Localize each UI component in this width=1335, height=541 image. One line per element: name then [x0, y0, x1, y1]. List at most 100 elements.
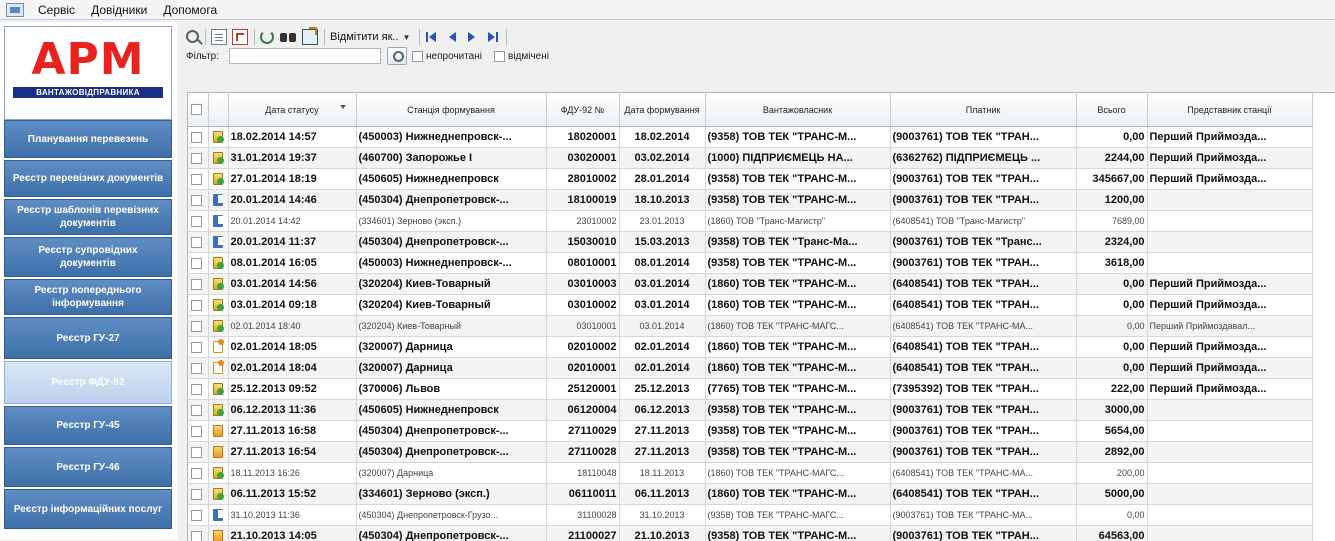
binoculars-icon[interactable]	[279, 29, 297, 45]
row-checkbox[interactable]	[191, 468, 202, 479]
row-checkbox-cell	[188, 337, 208, 358]
sidebar-item-7[interactable]: Реєстр ГУ-45	[4, 406, 172, 445]
menu-help[interactable]: Допомога	[155, 3, 225, 17]
menu-directories[interactable]: Довідники	[83, 3, 155, 17]
row-status-cell	[208, 484, 228, 505]
table-row[interactable]: 27.01.2014 18:19(450605) Нижнеднепровск2…	[188, 169, 1312, 190]
table-row[interactable]: 21.10.2013 14:05(450304) Днепропетровск-…	[188, 526, 1312, 541]
row-checkbox[interactable]	[191, 426, 202, 437]
pdf-icon[interactable]	[232, 29, 248, 45]
row-checkbox[interactable]	[191, 258, 202, 269]
sidebar-item-6[interactable]: Реєстр ФДУ-92	[4, 361, 172, 404]
table-row[interactable]: 06.11.2013 15:52(334601) Зерново (эксп.)…	[188, 484, 1312, 505]
chevron-down-icon[interactable]: ▼	[403, 33, 411, 42]
table-row[interactable]: 25.12.2013 09:52(370006) Львов2512000125…	[188, 379, 1312, 400]
table-row[interactable]: 27.11.2013 16:54(450304) Днепропетровск-…	[188, 442, 1312, 463]
column-header-station[interactable]: Станція формування	[356, 93, 546, 127]
table-row[interactable]: 31.10.2013 11:36(450304) Днепропетровск-…	[188, 505, 1312, 526]
cell-station: (450304) Днепропетровск-...	[356, 232, 546, 253]
mark-as-dropdown[interactable]: Відмітити як..	[330, 31, 399, 43]
row-checkbox[interactable]	[191, 216, 202, 227]
column-header-total[interactable]: Всього	[1076, 93, 1147, 127]
row-checkbox-cell	[188, 253, 208, 274]
row-checkbox[interactable]	[191, 489, 202, 500]
cell-date-status: 08.01.2014 16:05	[228, 253, 356, 274]
row-checkbox[interactable]	[191, 237, 202, 248]
row-checkbox[interactable]	[191, 132, 202, 143]
table-row[interactable]: 27.11.2013 16:58(450304) Днепропетровск-…	[188, 421, 1312, 442]
row-checkbox[interactable]	[191, 363, 202, 374]
table-row[interactable]: 20.01.2014 14:46(450304) Днепропетровск-…	[188, 190, 1312, 211]
select-all-header[interactable]	[188, 93, 208, 127]
green-status-icon	[212, 319, 224, 333]
cell-payer: (7395392) ТОВ ТЕК "ТРАН...	[890, 379, 1076, 400]
refresh-icon[interactable]	[260, 30, 274, 44]
row-checkbox[interactable]	[191, 195, 202, 206]
table-row[interactable]: 20.01.2014 11:37(450304) Днепропетровск-…	[188, 232, 1312, 253]
menu-service[interactable]: Сервіс	[30, 3, 83, 17]
export-icon[interactable]	[302, 29, 318, 45]
select-all-checkbox[interactable]	[191, 104, 202, 115]
table-row[interactable]: 18.11.2013 16:26(320007) Дарница18110048…	[188, 463, 1312, 484]
sidebar-item-4[interactable]: Реєстр попереднього інформування	[4, 279, 172, 315]
cell-date-status: 02.01.2014 18:40	[228, 316, 356, 337]
row-checkbox[interactable]	[191, 447, 202, 458]
unread-checkbox[interactable]	[412, 51, 423, 62]
table-row[interactable]: 02.01.2014 18:05(320007) Дарница02010002…	[188, 337, 1312, 358]
table-row[interactable]: 03.01.2014 09:18(320204) Киев-Товарный03…	[188, 295, 1312, 316]
column-header-owner[interactable]: Вантажовласник	[705, 93, 890, 127]
sidebar-item-1[interactable]: Реєстр перевізних документів	[4, 160, 172, 197]
sidebar-item-5[interactable]: Реєстр ГУ-27	[4, 317, 172, 359]
table-row[interactable]: 18.02.2014 14:57(450003) Нижнеднепровск-…	[188, 127, 1312, 148]
row-status-cell	[208, 463, 228, 484]
row-checkbox[interactable]	[191, 342, 202, 353]
filter-input[interactable]	[229, 48, 381, 64]
sidebar-item-9[interactable]: Реєстр інформаційних послуг	[4, 489, 172, 529]
cell-payer: (9003761) ТОВ ТЕК "ТРАН...	[890, 127, 1076, 148]
row-checkbox[interactable]	[191, 153, 202, 164]
column-header-date-formation[interactable]: Дата формування	[619, 93, 705, 127]
table-row[interactable]: 02.01.2014 18:04(320007) Дарница02010001…	[188, 358, 1312, 379]
table-row[interactable]: 03.01.2014 14:56(320204) Киев-Товарный03…	[188, 274, 1312, 295]
table-row[interactable]: 20.01.2014 14:42(334601) Зерново (эксп.)…	[188, 211, 1312, 232]
table-row[interactable]: 08.01.2014 16:05(450003) Нижнеднепровск-…	[188, 253, 1312, 274]
marked-checkbox[interactable]	[494, 51, 505, 62]
sidebar-item-0[interactable]: Планування перевезень	[4, 120, 172, 158]
column-header-station-rep[interactable]: Представник станції	[1147, 93, 1312, 127]
cell-date-status: 06.11.2013 15:52	[228, 484, 356, 505]
sidebar-item-3[interactable]: Реєстр супровідних документів	[4, 237, 172, 277]
cell-payer: (9003761) ТОВ ТЕК "ТРАН...	[890, 442, 1076, 463]
row-checkbox[interactable]	[191, 531, 202, 541]
cell-date-status: 27.11.2013 16:58	[228, 421, 356, 442]
cell-total: 0,00	[1076, 337, 1147, 358]
column-header-payer[interactable]: Платник	[890, 93, 1076, 127]
table-row[interactable]: 06.12.2013 11:36(450605) Нижнеднепровск0…	[188, 400, 1312, 421]
table-row[interactable]: 02.01.2014 18:40(320204) Киев-Товарный03…	[188, 316, 1312, 337]
table-row[interactable]: 31.01.2014 19:37(460700) Запорожье I0302…	[188, 148, 1312, 169]
filter-apply-button[interactable]	[387, 47, 407, 65]
cell-total: 0,00	[1076, 358, 1147, 379]
row-checkbox[interactable]	[191, 174, 202, 185]
doc-status-icon	[212, 361, 224, 375]
row-checkbox[interactable]	[191, 510, 202, 521]
green-status-icon	[212, 466, 224, 480]
first-record-icon[interactable]	[425, 29, 439, 45]
cell-date-formation: 02.01.2014	[619, 337, 705, 358]
row-checkbox[interactable]	[191, 384, 202, 395]
row-checkbox[interactable]	[191, 321, 202, 332]
row-checkbox[interactable]	[191, 405, 202, 416]
app-icon[interactable]	[6, 3, 24, 17]
sidebar-item-8[interactable]: Реєстр ГУ-46	[4, 447, 172, 487]
next-record-icon[interactable]	[465, 29, 479, 45]
document-icon[interactable]	[211, 29, 227, 45]
row-checkbox[interactable]	[191, 279, 202, 290]
last-record-icon[interactable]	[485, 29, 499, 45]
row-checkbox[interactable]	[191, 300, 202, 311]
cell-payer: (6408541) ТОВ "Транс-Магистр"	[890, 211, 1076, 232]
preview-icon[interactable]	[186, 30, 199, 43]
previous-record-icon[interactable]	[445, 29, 459, 45]
column-header-date-status[interactable]: Дата статусу	[228, 93, 356, 127]
column-header-number[interactable]: ФДУ-92 №	[546, 93, 619, 127]
table-body: 18.02.2014 14:57(450003) Нижнеднепровск-…	[188, 127, 1312, 541]
sidebar-item-2[interactable]: Реєстр шаблонів перевізних документів	[4, 199, 172, 235]
